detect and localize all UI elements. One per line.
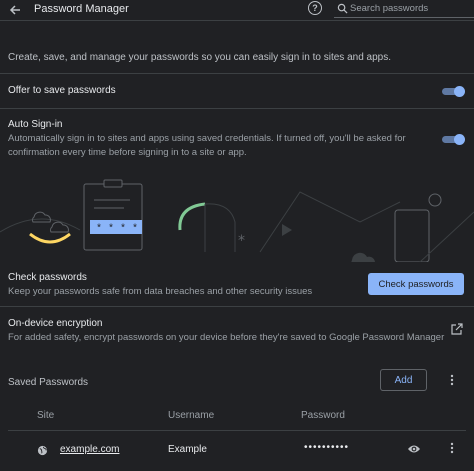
- offer-to-save-label: Offer to save passwords: [8, 85, 116, 96]
- divider: [0, 306, 474, 307]
- site-link[interactable]: example.com: [60, 444, 119, 455]
- intro-text: Create, save, and manage your passwords …: [8, 52, 391, 63]
- auto-signin-toggle[interactable]: [442, 134, 465, 145]
- svg-text:*: *: [238, 233, 245, 249]
- add-password-button[interactable]: Add: [380, 369, 427, 391]
- column-header-password[interactable]: Password: [301, 410, 345, 421]
- search-box[interactable]: [334, 0, 474, 18]
- check-passwords-description: Keep your passwords safe from data breac…: [8, 286, 313, 297]
- check-passwords-button[interactable]: Check passwords: [368, 273, 464, 295]
- help-icon[interactable]: ?: [308, 1, 322, 15]
- username-cell: Example: [168, 444, 207, 455]
- external-link-icon[interactable]: [450, 323, 463, 336]
- table-divider: [8, 430, 466, 431]
- auto-signin-label: Auto Sign-in: [8, 119, 63, 130]
- auto-signin-description-line2: confirmation every time before signing i…: [8, 147, 247, 158]
- encryption-description: For added safety, encrypt passwords on y…: [8, 332, 445, 343]
- more-vert-icon[interactable]: [447, 374, 457, 386]
- password-cell: ••••••••••: [304, 442, 350, 453]
- saved-passwords-title: Saved Passwords: [8, 377, 89, 388]
- masked-password-text: * * * * |: [96, 223, 150, 235]
- header-divider: [0, 20, 474, 21]
- encryption-title: On-device encryption: [8, 318, 103, 329]
- column-header-username[interactable]: Username: [168, 410, 214, 421]
- page-title: Password Manager: [34, 3, 129, 15]
- auto-signin-description-line1: Automatically sign in to sites and apps …: [8, 133, 406, 144]
- search-input[interactable]: [350, 1, 468, 15]
- column-header-site[interactable]: Site: [37, 410, 54, 421]
- check-passwords-illustration: * * * * | *: [0, 172, 474, 262]
- offer-to-save-toggle[interactable]: [442, 86, 465, 97]
- header: Password Manager ?: [0, 0, 474, 20]
- back-arrow-icon[interactable]: [8, 3, 22, 17]
- divider: [0, 73, 474, 74]
- more-vert-icon[interactable]: [447, 442, 457, 454]
- eye-icon[interactable]: [407, 444, 421, 454]
- check-passwords-title: Check passwords: [8, 272, 87, 283]
- search-icon: [337, 3, 348, 14]
- globe-icon: [37, 445, 48, 456]
- divider: [0, 108, 474, 109]
